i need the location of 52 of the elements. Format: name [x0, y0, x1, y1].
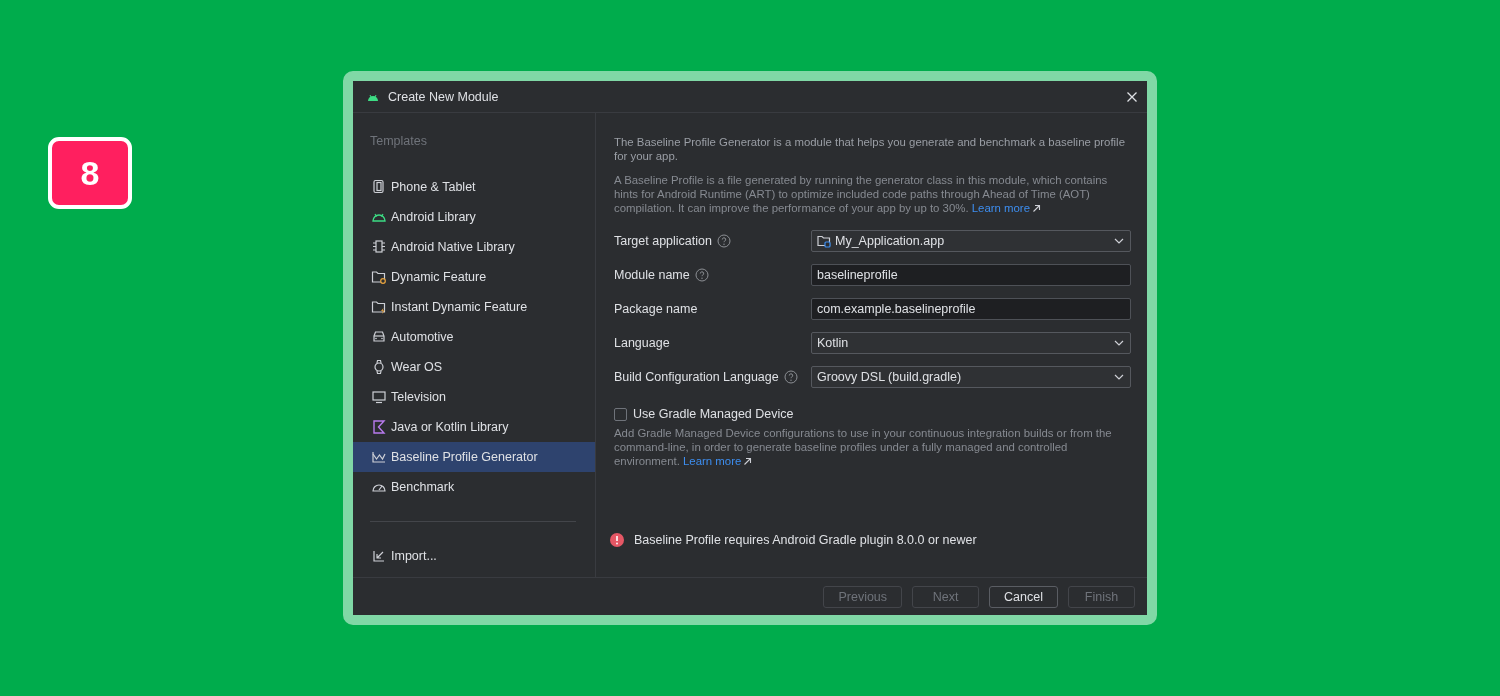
- chevron-down-icon: [1114, 374, 1124, 380]
- learn-more-link[interactable]: Learn more: [683, 454, 753, 468]
- arrow-icon: [743, 456, 753, 466]
- dropdown[interactable]: Groovy DSL (build.gradle): [811, 366, 1131, 388]
- template-item[interactable]: Television: [353, 382, 595, 412]
- dropdown[interactable]: My_Application.app: [811, 230, 1131, 252]
- kotlin-icon: [371, 419, 387, 435]
- phone-icon: [371, 179, 387, 195]
- chevron-down-icon: [1114, 238, 1124, 244]
- template-item[interactable]: Instant Dynamic Feature: [353, 292, 595, 322]
- template-item[interactable]: Dynamic Feature: [353, 262, 595, 292]
- field-label: Language: [614, 336, 670, 350]
- field-label: Package name: [614, 302, 698, 316]
- sidebar-heading: Templates: [369, 133, 427, 149]
- template-item[interactable]: Wear OS: [353, 352, 595, 382]
- error-icon: [610, 533, 624, 547]
- chevron-down-icon: [1114, 340, 1124, 346]
- close-icon: [1125, 89, 1139, 104]
- dialog-button[interactable]: Cancel: [989, 585, 1058, 608]
- field-label: Module name: [614, 268, 690, 282]
- arrow-icon: [1032, 203, 1041, 213]
- folder-icon: [817, 234, 831, 248]
- template-item[interactable]: Android Library: [353, 202, 595, 232]
- step-badge: 8: [48, 137, 132, 209]
- field-label: Target application: [614, 234, 712, 248]
- text-field[interactable]: com.example.baselineprofile: [811, 298, 1131, 320]
- folder-icon: [371, 269, 387, 285]
- template-item[interactable]: Phone & Tablet: [353, 172, 595, 202]
- chart-icon: [371, 449, 387, 465]
- window-title: Create New Module: [388, 89, 499, 104]
- template-item[interactable]: Baseline Profile Generator: [353, 442, 595, 472]
- description-text: Add Gradle Managed Device configurations to use in your continuous integration builds or from the command-line, in order to generate baseline profiles under a fully managed and controlled environment. Learn more: [614, 426, 1113, 468]
- learn-more-link[interactable]: Learn more: [971, 201, 1041, 215]
- dropdown[interactable]: Kotlin: [811, 332, 1131, 354]
- watch-icon: [371, 359, 387, 375]
- error-message: Baseline Profile requires Android Gradle plugin 8.0.0 or newer: [634, 533, 977, 547]
- template-item[interactable]: Android Native Library: [353, 232, 595, 262]
- field-label: Build Configuration Language: [614, 370, 779, 384]
- text-field[interactable]: baselineprofile: [811, 264, 1131, 286]
- gradle-device-checkbox[interactable]: Use Gradle Managed Device: [614, 407, 794, 421]
- template-item[interactable]: Benchmark: [353, 472, 595, 502]
- car-icon: [371, 329, 387, 345]
- import-icon: [371, 548, 387, 564]
- folder-icon: [371, 299, 387, 315]
- monitor-icon: [371, 389, 387, 405]
- import-item[interactable]: Import...: [353, 541, 595, 571]
- template-item[interactable]: Java or Kotlin Library: [353, 412, 595, 442]
- template-item[interactable]: Automotive: [353, 322, 595, 352]
- description-text: A Baseline Profile is a file generated by running the generator class in this module, which contains hints for Android Runtime (ART) to optimize included code paths through Ahead of Time (AOT) compilation. It can improve the performance of your app by up to 30%. Learn more: [614, 173, 1109, 215]
- checkbox[interactable]: [614, 407, 627, 421]
- chip-icon: [371, 239, 387, 255]
- description-text: The Baseline Profile Generator is a module that helps you generate and benchmark a baseline profile for your app.: [614, 135, 1126, 163]
